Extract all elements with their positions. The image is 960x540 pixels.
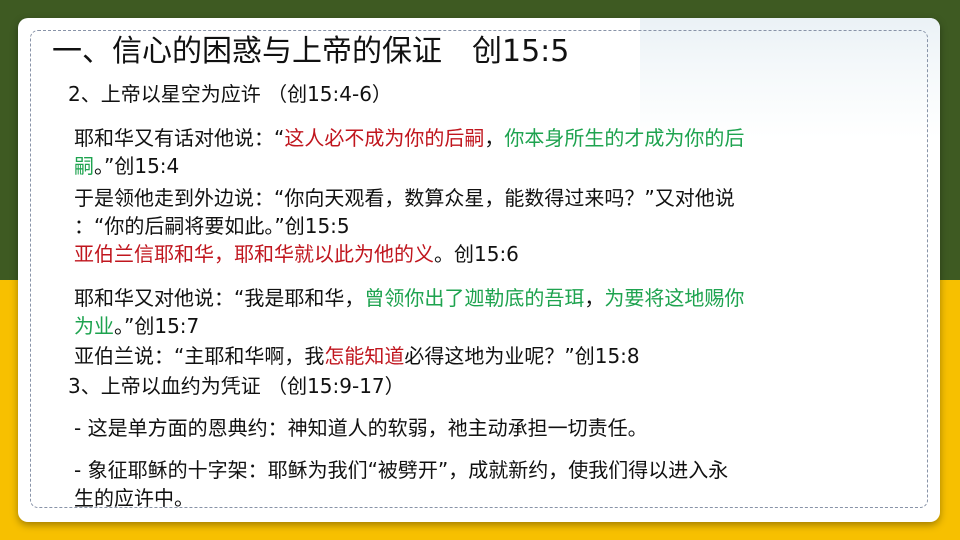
covenant-point-1: - 这是单方面的恩典约：神知道人的软弱，祂主动承担一切责任。	[74, 416, 648, 440]
slide-title: 一、信心的困惑与上帝的保证 创15:5	[52, 34, 570, 69]
verse-15-4-line2: 嗣。”创15:4	[74, 152, 179, 180]
verse-15-6: 亚伯兰信耶和华，耶和华就以此为他的义。创15:6	[74, 240, 519, 268]
section-2-heading: 2、上帝以星空为应许 （创15:4-6）	[68, 82, 392, 106]
verse-15-4-comma: ，	[484, 126, 505, 150]
verse-15-7-ref: 。”创15:7	[114, 314, 200, 338]
covenant-point-2-line1: - 象征耶稣的十字架：耶稣为我们“被劈开”，成就新约，使我们得以进入永	[74, 458, 729, 482]
verse-15-7-green-tail: 为业	[74, 314, 114, 338]
verse-15-4-line1: 耶和华又有话对他说：“这人必不成为你的后嗣，你本身所生的才成为你的后	[74, 124, 744, 152]
verse-15-4-intro: 耶和华又有话对他说：“	[74, 126, 285, 150]
verse-15-7-green-text: 曾领你出了迦勒底的吾珥	[364, 286, 585, 310]
verse-15-7-line2: 为业。”创15:7	[74, 312, 199, 340]
verse-15-4-green-text: 你本身所生的才成为你的后	[504, 126, 745, 150]
verse-15-5-line2: ：“你的后嗣将要如此。”创15:5	[74, 214, 350, 238]
verse-15-7-comma: ，	[584, 286, 605, 310]
verse-15-7-line1: 耶和华又对他说：“我是耶和华，曾领你出了迦勒底的吾珥，为要将这地赐你	[74, 284, 744, 312]
verse-15-4-red-text: 这人必不成为你的后嗣	[284, 126, 485, 150]
verse-15-5-line1: 于是领他走到外边说：“你向天观看，数算众星，能数得过来吗？”又对他说	[74, 186, 735, 210]
covenant-point-2-line2: 生的应许中。	[74, 486, 194, 510]
verse-15-8: 亚伯兰说：“主耶和华啊，我怎能知道必得这地为业呢？”创15:8	[74, 342, 640, 370]
verse-15-7-intro: 耶和华又对他说：“我是耶和华，	[74, 286, 365, 310]
verse-15-7-green-text-2: 为要将这地赐你	[604, 286, 745, 310]
section-3-heading: 3、上帝以血约为凭证 （创15:9-17）	[68, 374, 405, 398]
verse-15-8-red-text: 怎能知道	[324, 344, 405, 368]
verse-15-6-red-text: 亚伯兰信耶和华，耶和华就以此为他的义	[74, 242, 434, 266]
verse-15-8-intro: 亚伯兰说：“主耶和华啊，我	[74, 344, 325, 368]
verse-15-4-ref: 。”创15:4	[94, 154, 180, 178]
verse-15-6-ref: 。创15:6	[434, 242, 519, 266]
verse-15-4-green-tail: 嗣	[74, 154, 94, 178]
verse-15-8-tail: 必得这地为业呢？”创15:8	[404, 344, 640, 368]
